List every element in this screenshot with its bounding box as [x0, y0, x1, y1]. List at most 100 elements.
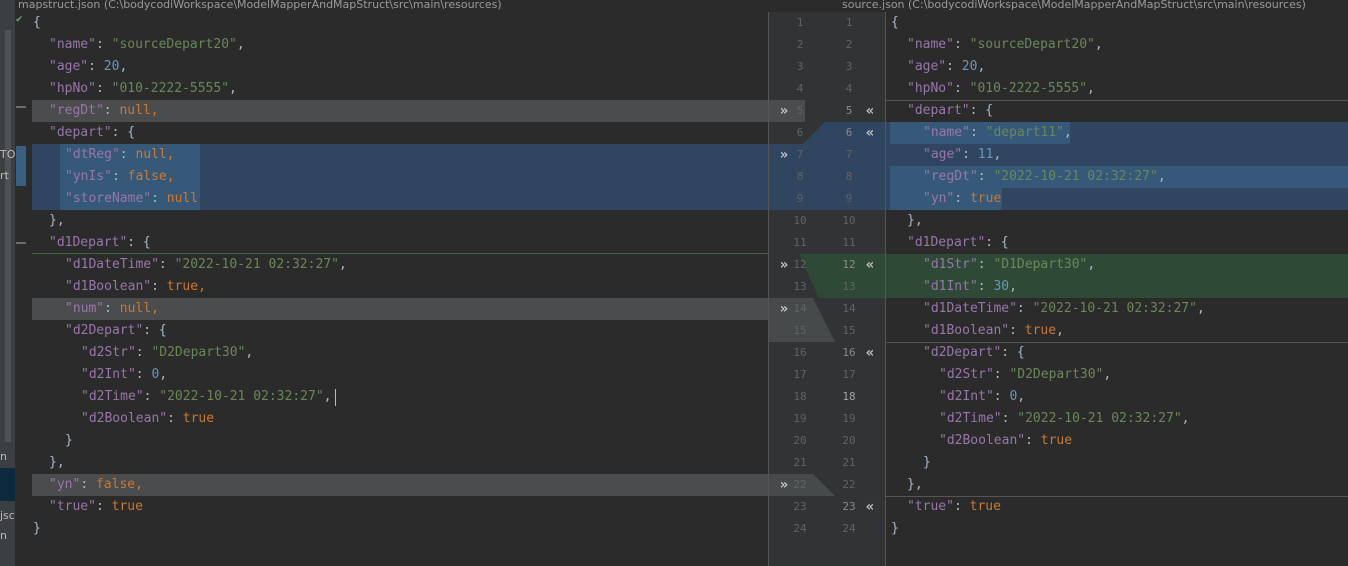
right-line-8: "regDt": "2022-10-21 02:32:27", [923, 166, 1166, 188]
left-line-13: "d1Boolean": true, [65, 276, 206, 298]
code-token: , [1103, 367, 1112, 382]
code-token: : [1025, 433, 1041, 448]
code-token: "true" [49, 499, 96, 514]
code-token: : [151, 191, 167, 206]
code-token: "d1Depart" [49, 235, 128, 250]
code-token: "2022-10-21 02:32:27" [159, 389, 324, 404]
code-token: "age" [907, 59, 947, 74]
left-line-number: 18 [793, 390, 807, 403]
left-line-number: 4 [796, 82, 804, 95]
code-token: , [1087, 81, 1095, 96]
code-token: : [135, 345, 152, 360]
code-token: "d1Str" [923, 257, 978, 272]
code-token: : [151, 279, 167, 294]
left-line-17: "d2Int": 0, [81, 364, 167, 386]
right-line-20: "d2Boolean": true [939, 430, 1072, 452]
sidebar-scroll-track[interactable] [5, 30, 11, 442]
apply-right-arrow-icon[interactable]: » [773, 474, 795, 496]
sidebar-fragment-1: TO [0, 148, 16, 161]
left-editor[interactable]: {"name": "sourceDepart20", "age": 20, "hpN… [33, 12, 768, 566]
left-line-number: 9 [796, 192, 804, 205]
right-line-number: 4 [845, 82, 853, 95]
code-token: : { [111, 125, 136, 140]
code-token: , [993, 147, 1002, 162]
right-editor[interactable]: {"name": "sourceDepart20", "age": 20, "hpN… [891, 12, 1348, 566]
apply-left-arrow-icon[interactable]: « [859, 254, 881, 276]
left-line-number: 24 [793, 522, 807, 535]
code-token: , [159, 367, 168, 382]
code-token: : [95, 499, 112, 514]
code-token: "regDt" [923, 169, 978, 184]
right-line-number: 22 [842, 478, 856, 491]
apply-right-arrow-icon[interactable]: » [773, 144, 795, 166]
sidebar-fragment-2: rt [0, 169, 9, 182]
right-line-number: 19 [842, 412, 856, 425]
code-token: , [1157, 169, 1166, 184]
right-line-number: 20 [842, 434, 856, 447]
code-token: true [969, 191, 1002, 206]
left-line-9: "storeName": null [65, 188, 198, 210]
code-token: "d1Boolean" [65, 279, 152, 294]
apply-left-arrow-icon[interactable]: « [859, 496, 881, 518]
apply-left-arrow-icon[interactable]: « [859, 100, 881, 122]
code-token: "D1Depart30" [993, 257, 1088, 272]
code-token: : [158, 257, 175, 272]
left-line-number: 10 [793, 214, 807, 227]
left-line-12: "d1DateTime": "2022-10-21 02:32:27", [65, 254, 347, 276]
left-file-header: mapstruct.json (C:\bodycodiWorkspace\Mod… [18, 0, 502, 11]
code-token: , [1017, 389, 1026, 404]
code-token: "depart11" [985, 125, 1064, 140]
code-token: : [103, 103, 120, 118]
left-line-number: 15 [793, 324, 807, 337]
code-token: : [143, 389, 160, 404]
right-line-6: "name": "depart11", [923, 122, 1072, 144]
apply-right-arrow-icon[interactable]: » [773, 254, 795, 276]
code-token: true [182, 411, 215, 426]
left-line-number: 20 [793, 434, 807, 447]
apply-right-arrow-icon[interactable]: » [773, 100, 795, 122]
left-line-6: "depart": { [49, 122, 135, 144]
left-line-3: "age": 20, [49, 56, 127, 78]
code-token: , [1009, 279, 1017, 294]
code-token: }, [49, 455, 65, 470]
code-token: , [236, 37, 245, 52]
code-token: "d2Boolean" [81, 411, 168, 426]
code-token: "d2Boolean" [939, 433, 1026, 448]
code-token: 20 [103, 59, 120, 74]
right-line-number: 8 [845, 170, 853, 183]
left-line-2: "name": "sourceDepart20", [49, 34, 245, 56]
apply-right-arrow-icon[interactable]: » [773, 298, 795, 320]
code-token: : [946, 59, 962, 74]
code-token: "d2Int" [81, 367, 136, 382]
code-token: "num" [65, 301, 105, 316]
apply-left-arrow-icon[interactable]: « [859, 122, 881, 144]
right-line-2: "name": "sourceDepart20", [907, 34, 1103, 56]
right-line-23: "true": true [907, 496, 1001, 518]
code-token: } [33, 521, 41, 536]
sidebar-selected-item[interactable] [0, 468, 15, 501]
right-line-12: "d1Str": "D1Depart30", [923, 254, 1095, 276]
code-token: : [962, 147, 978, 162]
right-line-15: "d1Boolean": true, [923, 320, 1064, 342]
right-line-number: 10 [842, 214, 856, 227]
code-token: , [323, 389, 332, 404]
left-line-8: "ynIs": false, [65, 166, 175, 188]
right-line-number: 7 [845, 148, 853, 161]
apply-left-arrow-icon[interactable]: « [859, 342, 881, 364]
right-line-number: 1 [845, 16, 853, 29]
right-line-number: 21 [842, 456, 856, 469]
right-line-24: } [891, 518, 899, 540]
left-line-16: "d2Str": "D2Depart30", [81, 342, 253, 364]
code-token: : [1016, 301, 1033, 316]
right-line-13: "d1Int": 30, [923, 276, 1017, 298]
code-token: "d2Int" [939, 389, 994, 404]
code-token: , [1087, 257, 1096, 272]
code-token: } [891, 521, 899, 536]
code-token: true [1040, 433, 1073, 448]
right-line-22: }, [907, 474, 923, 496]
code-token: , [166, 169, 175, 184]
code-token: , [1196, 301, 1205, 316]
right-line-18: "d2Int": 0, [939, 386, 1025, 408]
right-line-number: 14 [842, 302, 856, 315]
code-token: }, [907, 477, 923, 492]
